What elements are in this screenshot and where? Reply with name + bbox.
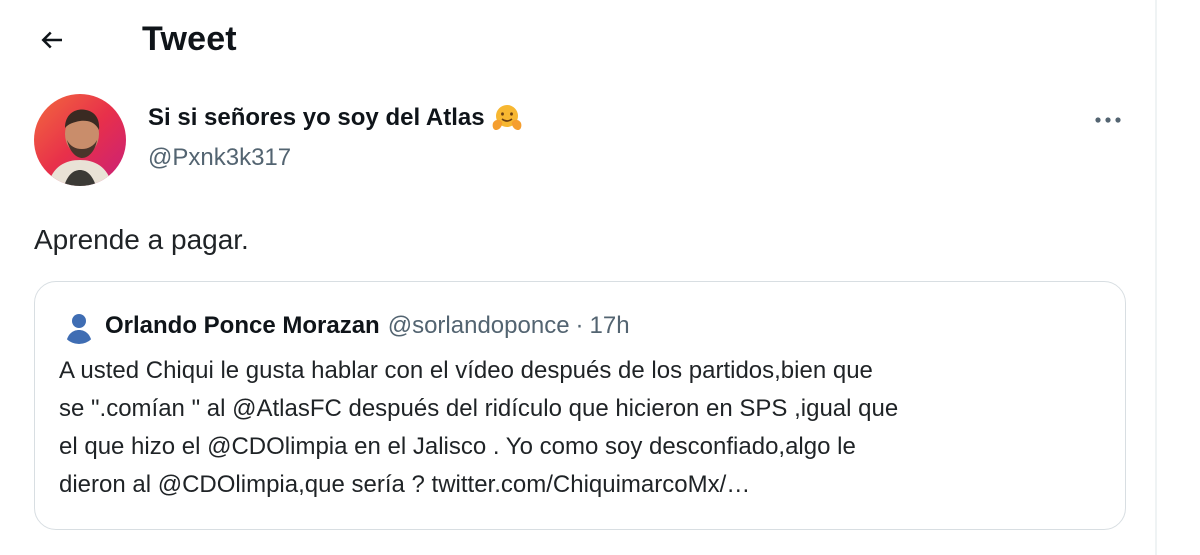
author-avatar[interactable] [34,94,126,186]
arrow-left-icon [41,31,62,49]
ellipsis-icon [1095,117,1121,123]
quoted-author-handle[interactable]: @sorlandoponce [388,311,570,341]
avatar-image [34,94,126,186]
hugging-face-emoji-icon [492,105,521,130]
quoted-tweet-text: A usted Chiqui le gusta hablar con el ví… [59,352,1109,504]
quoted-tweet-card[interactable]: Orlando Ponce Morazan @sorlandoponce · 1… [34,281,1126,530]
quoted-author-avatar[interactable] [61,308,97,344]
person-avatar-icon [61,308,97,344]
more-options-button[interactable] [1088,100,1128,140]
top-bar: Tweet [0,0,1155,80]
column-divider [1155,0,1157,555]
author-handle[interactable]: @Pxnk3k317 [148,143,291,173]
back-button[interactable] [30,18,74,62]
quoted-text-line: se ".comían " al @AtlasFC después del ri… [59,395,899,422]
separator-dot: · [575,312,584,339]
quoted-text-line: el que hizo el @CDOlimpia en el Jalisco … [59,433,856,460]
quoted-author-name[interactable]: Orlando Ponce Morazan [105,311,380,341]
quoted-text-line: A usted Chiqui le gusta hablar con el ví… [59,357,873,384]
quoted-timestamp[interactable]: 17h [590,311,630,341]
author-display-name[interactable]: Si si señores yo soy del Atlas [148,103,523,133]
tweet-text: Aprende a pagar. [34,224,249,255]
quoted-text-line: dieron al @CDOlimpia,que sería ? twitter… [59,471,751,498]
author-name-text: Si si señores yo soy del Atlas [148,104,485,131]
page-title: Tweet [142,20,237,58]
quoted-tweet-header: Orlando Ponce Morazan @sorlandoponce · 1… [61,308,630,344]
